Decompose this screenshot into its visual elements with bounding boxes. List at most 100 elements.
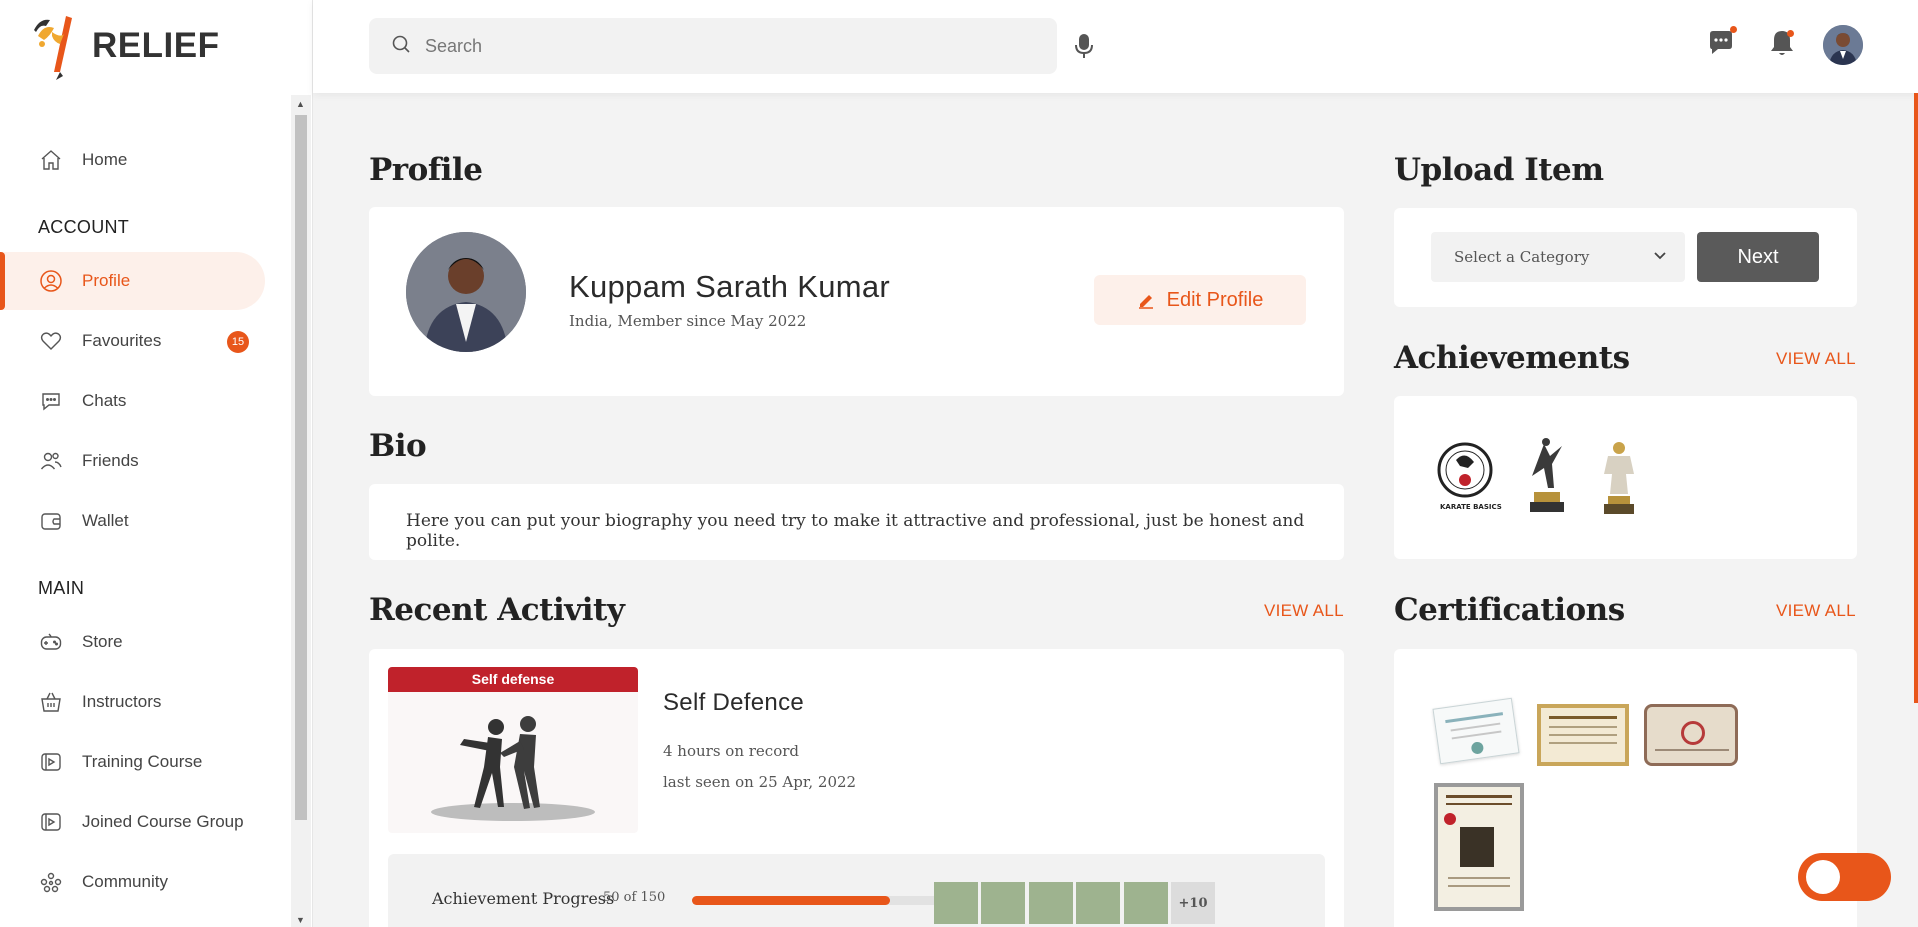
page-scroll-indicator: [1914, 93, 1918, 703]
bio-card: Here you can put your biography you need…: [369, 484, 1344, 560]
achievement-thumbnail[interactable]: [981, 882, 1025, 924]
certificate-thumbnail[interactable]: [1644, 704, 1738, 766]
achievements-view-all-link[interactable]: VIEW ALL: [1776, 349, 1856, 369]
community-icon: [38, 869, 64, 895]
activity-last-seen: last seen on 25 Apr, 2022: [663, 773, 857, 791]
bio-text: Here you can put your biography you need…: [406, 511, 1305, 551]
gamepad-icon: [38, 629, 64, 655]
next-button[interactable]: Next: [1697, 232, 1819, 282]
sidebar-nav: Home ACCOUNT Profile Favourites 15 Chats: [0, 95, 290, 927]
chevron-down-icon: [1654, 252, 1666, 260]
edit-profile-label: Edit Profile: [1166, 288, 1264, 311]
karate-basics-badge[interactable]: KARATE BASICS: [1434, 440, 1502, 514]
profile-avatar: [406, 232, 526, 352]
sidebar-item-wallet[interactable]: Wallet: [0, 492, 265, 550]
recent-activity-card: Self defense Self Defence 4 hours on rec…: [369, 649, 1344, 927]
microphone-icon[interactable]: [1073, 32, 1095, 65]
activity-thumbnail[interactable]: Self defense: [388, 667, 638, 833]
sidebar-item-community[interactable]: Community: [0, 853, 265, 911]
sidebar-item-joined-course-group[interactable]: Joined Course Group: [0, 793, 265, 851]
sidebar-item-label: Training Course: [82, 752, 203, 771]
bell-icon[interactable]: [1769, 28, 1795, 63]
recent-activity-view-all-link[interactable]: VIEW ALL: [1264, 601, 1344, 621]
messages-notification-dot: [1730, 26, 1737, 33]
certifications-card: [1394, 649, 1857, 927]
user-circle-icon: [38, 268, 64, 294]
theme-toggle[interactable]: [1798, 853, 1891, 901]
sidebar-item-profile[interactable]: Profile: [0, 252, 265, 310]
scroll-up-arrow-icon[interactable]: ▲: [296, 99, 305, 109]
certifications-heading: Certifications: [1394, 592, 1625, 628]
sidebar-item-instructors[interactable]: Instructors: [0, 673, 265, 731]
user-avatar[interactable]: [1823, 25, 1863, 65]
account-section-heading: ACCOUNT: [38, 217, 130, 237]
relief-logo-icon: [30, 10, 92, 82]
brand-logo[interactable]: RELIEF: [30, 8, 219, 83]
sidebar-item-favourites[interactable]: Favourites 15: [0, 312, 265, 370]
favourites-count-badge: 15: [227, 331, 249, 353]
certificate-thumbnail[interactable]: [1434, 783, 1524, 911]
scrollbar-thumb[interactable]: [295, 115, 307, 820]
basket-icon: [38, 689, 64, 715]
scroll-down-arrow-icon[interactable]: ▼: [296, 915, 305, 925]
trophy-fighter-icon[interactable]: [1594, 438, 1644, 514]
certificate-thumbnail[interactable]: [1537, 704, 1629, 766]
achievement-progress-box: Achievement Progress 50 of 150 +10: [388, 854, 1325, 927]
self-defense-illustration: [431, 716, 595, 821]
profile-location-membership: India, Member since May 2022: [569, 312, 807, 330]
sidebar-item-label: Friends: [82, 451, 139, 470]
sidebar-item-label: Wallet: [82, 511, 129, 530]
achievement-progress-fill: [692, 896, 890, 905]
sidebar: RELIEF Home ACCOUNT Profile Favourites 1…: [0, 0, 313, 927]
users-icon: [38, 448, 64, 474]
sidebar-item-label: Store: [82, 632, 123, 651]
sidebar-item-label: Home: [82, 150, 128, 169]
activity-title[interactable]: Self Defence: [663, 689, 804, 717]
sidebar-item-label: Profile: [82, 271, 131, 290]
recent-activity-heading: Recent Activity: [369, 592, 625, 628]
search-box[interactable]: [369, 18, 1057, 74]
achievement-progress-label: Achievement Progress: [432, 889, 615, 908]
search-input[interactable]: [425, 35, 1025, 57]
sidebar-scrollbar[interactable]: ▲ ▼: [291, 95, 311, 927]
edit-profile-button[interactable]: Edit Profile: [1094, 275, 1306, 325]
achievement-thumbnail[interactable]: [1029, 882, 1073, 924]
sidebar-item-label: Chats: [82, 391, 127, 410]
trophy-kick-icon[interactable]: [1522, 436, 1570, 514]
activity-hours: 4 hours on record: [663, 742, 800, 760]
profile-heading: Profile: [369, 152, 483, 188]
achievement-progress-count: 50 of 150: [603, 890, 666, 905]
certificate-thumbnail[interactable]: [1432, 697, 1520, 765]
sidebar-item-training-course[interactable]: Training Course: [0, 733, 265, 791]
certifications-view-all-link[interactable]: VIEW ALL: [1776, 601, 1856, 621]
upload-item-card: Select a Category Next: [1394, 208, 1857, 307]
sidebar-item-label: Instructors: [82, 692, 162, 711]
more-achievements-count[interactable]: +10: [1171, 882, 1215, 924]
upload-item-heading: Upload Item: [1394, 152, 1604, 188]
bell-notification-dot: [1787, 30, 1794, 37]
sidebar-item-label: Joined Course Group: [82, 812, 244, 831]
sidebar-item-store[interactable]: Store: [0, 613, 265, 671]
category-select[interactable]: Select a Category: [1431, 232, 1685, 282]
chat-icon: [38, 388, 64, 414]
sidebar-item-home[interactable]: Home: [0, 131, 265, 189]
messages-icon[interactable]: [1708, 26, 1737, 63]
karate-basics-logo-text: KARATE BASICS: [1440, 503, 1502, 511]
sidebar-item-label: Favourites: [82, 331, 162, 350]
achievement-thumbnail[interactable]: [934, 882, 978, 924]
video-group-icon: [38, 809, 64, 835]
sidebar-item-friends[interactable]: Friends: [0, 432, 265, 490]
sidebar-item-label: Community: [82, 872, 168, 891]
achievements-card: KARATE BASICS: [1394, 396, 1857, 559]
achievements-heading: Achievements: [1394, 340, 1630, 376]
achievement-thumbnail[interactable]: [1124, 882, 1168, 924]
achievement-thumbnail[interactable]: [1076, 882, 1120, 924]
achievement-progress-bar: [692, 896, 942, 905]
search-icon: [391, 34, 411, 59]
profile-name: Kuppam Sarath Kumar: [569, 269, 891, 304]
toggle-knob: [1806, 860, 1840, 894]
bio-heading: Bio: [369, 428, 427, 464]
sidebar-item-chats[interactable]: Chats: [0, 372, 265, 430]
pencil-icon: [1138, 295, 1153, 309]
wallet-icon: [38, 508, 64, 534]
